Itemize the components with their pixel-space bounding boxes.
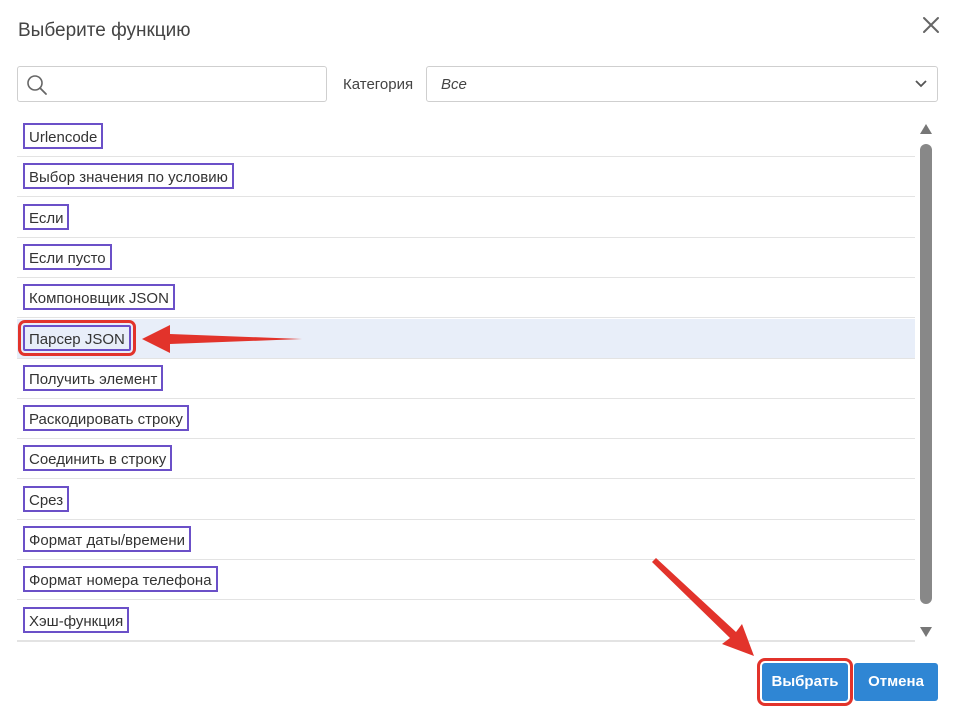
list-item[interactable]: Если [17, 198, 915, 238]
cancel-button[interactable]: Отмена [854, 663, 938, 701]
list-item[interactable]: Срез [17, 480, 915, 520]
function-list: Urlencode Выбор значения по условию Если Ес… [17, 117, 915, 642]
list-item-label: Соединить в строку [23, 445, 173, 472]
list-item[interactable]: Urlencode [17, 117, 915, 157]
close-icon [923, 17, 939, 33]
list-item-label: Urlencode [23, 123, 104, 149]
select-button[interactable]: Выбрать [757, 658, 853, 706]
list-item-label: Срез [23, 485, 70, 512]
list-item-label: Раскодировать строку [23, 405, 189, 432]
list-item[interactable]: Формат номера телефона [17, 560, 915, 601]
chevron-down-icon [915, 80, 927, 88]
list-item[interactable]: Хэш-функция [17, 601, 915, 641]
search-input[interactable] [56, 71, 320, 99]
dialog-title: Выберите функцию [18, 20, 191, 41]
list-item[interactable]: Формат даты/времени [17, 520, 915, 560]
list-item[interactable]: Получить элемент [17, 359, 915, 399]
list-item-label: Формат даты/времени [23, 526, 192, 552]
list-item-label: Парсер JSON [18, 319, 136, 356]
list-item-label: Формат номера телефона [23, 566, 218, 593]
search-icon [27, 75, 47, 95]
list-item[interactable]: Выбор значения по условию [17, 157, 915, 198]
scrollbar[interactable] [918, 120, 934, 642]
list-item[interactable]: Компоновщик JSON [17, 278, 915, 319]
list-item[interactable]: Раскодировать строку [17, 399, 915, 440]
list-item-label: Компоновщик JSON [23, 284, 175, 311]
list-item-label: Выбор значения по условию [23, 163, 234, 190]
list-item[interactable]: Соединить в строку [17, 439, 915, 480]
list-item[interactable]: Если пусто [17, 238, 915, 278]
category-selected-value: Все [441, 76, 467, 93]
close-button[interactable] [920, 14, 942, 36]
list-item-label: Если пусто [23, 243, 112, 270]
list-item-label: Получить элемент [23, 364, 164, 391]
scroll-up-icon[interactable] [920, 124, 932, 134]
search-box[interactable] [17, 66, 327, 102]
list-item-label: Хэш-функция [23, 606, 130, 633]
scrollbar-thumb[interactable] [920, 144, 932, 604]
category-select[interactable]: Все [426, 66, 938, 102]
category-label: Категория [343, 76, 414, 93]
list-item[interactable]: Парсер JSON [17, 318, 915, 359]
scroll-down-icon[interactable] [920, 627, 932, 637]
list-item-label: Если [23, 203, 70, 230]
